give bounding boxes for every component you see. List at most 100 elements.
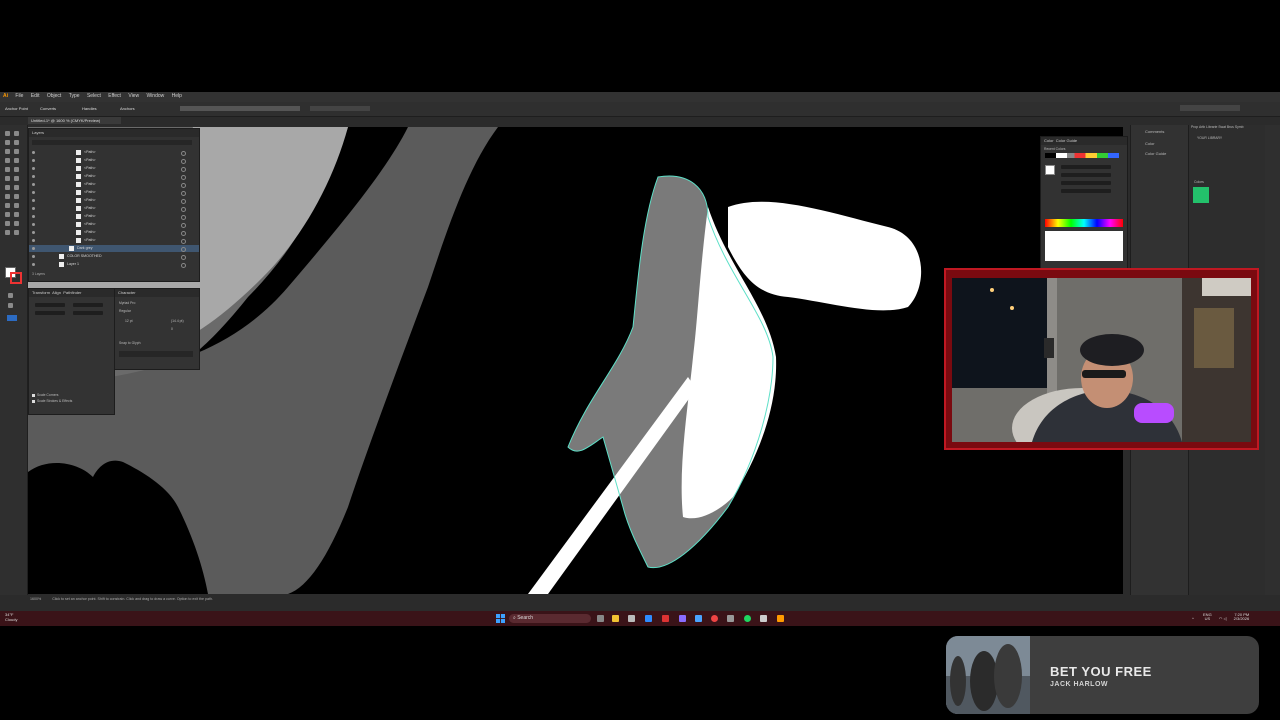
- zoom-tool-icon[interactable]: [14, 230, 19, 235]
- illustrator-icon[interactable]: [777, 615, 784, 622]
- menu-file[interactable]: File: [12, 92, 26, 100]
- menu-window[interactable]: Window: [143, 92, 167, 100]
- menu-help[interactable]: Help: [169, 92, 185, 100]
- layer-row[interactable]: <Path>: [29, 205, 199, 212]
- hand-tool-icon[interactable]: [5, 230, 10, 235]
- tab-swatches[interactable]: Swat: [1218, 125, 1226, 129]
- eye-icon[interactable]: [32, 247, 35, 250]
- brush-tool-icon[interactable]: [14, 158, 19, 163]
- black-slider[interactable]: [1061, 189, 1111, 193]
- tab-symbols[interactable]: Symb: [1235, 125, 1244, 129]
- fill-color-icon[interactable]: [1045, 165, 1055, 175]
- eye-icon[interactable]: [32, 207, 35, 210]
- font-family-select[interactable]: Myriad Pro: [119, 301, 135, 305]
- scale-strokes-checkbox[interactable]: [32, 400, 35, 403]
- tray-chevron-icon[interactable]: ^: [1192, 616, 1194, 621]
- layer-row[interactable]: <Path>: [29, 181, 199, 188]
- windows-start-icon[interactable]: [496, 614, 505, 623]
- tab-brushes[interactable]: Brus: [1227, 125, 1234, 129]
- cyan-slider[interactable]: [1061, 165, 1111, 169]
- color-tab[interactable]: Color: [1145, 141, 1155, 146]
- position-fields[interactable]: [310, 106, 370, 111]
- layer-row[interactable]: <Path>: [29, 197, 199, 204]
- system-tray[interactable]: ^ ENG US ◠ ◁ 7:20 PM 2/3/2026: [1192, 613, 1250, 622]
- app-logo-icon[interactable]: Ai: [0, 92, 11, 100]
- eyedropper-tool-icon[interactable]: [5, 203, 10, 208]
- line-tool-icon[interactable]: [14, 149, 19, 154]
- eraser-tool-icon[interactable]: [14, 167, 19, 172]
- symbol-tool-icon[interactable]: [5, 212, 10, 217]
- layers-search-input[interactable]: [32, 140, 192, 145]
- wifi-icon[interactable]: ◠: [1219, 616, 1223, 621]
- eye-icon[interactable]: [32, 151, 35, 154]
- pencil-tool-icon[interactable]: [5, 167, 10, 172]
- app-icon-purple[interactable]: [679, 615, 686, 622]
- app-icon-blue[interactable]: [695, 615, 702, 622]
- app-icon-red[interactable]: [662, 615, 669, 622]
- document-tab[interactable]: Untitled-1* @ 1600 % (CMYK/Preview): [28, 117, 121, 124]
- layer-row-selected[interactable]: Dark grey: [29, 245, 199, 252]
- library-color-swatch[interactable]: [1193, 187, 1209, 203]
- tab-pathfinder[interactable]: Pathfinder: [63, 290, 81, 295]
- color-spectrum[interactable]: [1045, 219, 1123, 227]
- slice-tool-icon[interactable]: [14, 221, 19, 226]
- tab-transform[interactable]: Transform: [32, 290, 50, 295]
- app-icon[interactable]: [628, 615, 635, 622]
- rectangle-tool-icon[interactable]: [5, 158, 10, 163]
- layer-row[interactable]: <Path>: [29, 221, 199, 228]
- layer-row[interactable]: <Path>: [29, 165, 199, 172]
- layer-row[interactable]: Layer 1: [29, 261, 199, 268]
- layer-row[interactable]: COLOR SMOOTHED: [29, 253, 199, 260]
- direct-selection-tool-icon[interactable]: [14, 131, 19, 136]
- layer-row[interactable]: <Path>: [29, 229, 199, 236]
- taskbar-search[interactable]: ⌕ Search: [509, 614, 591, 623]
- font-size-field[interactable]: 12 pt: [125, 319, 133, 323]
- settings-icon[interactable]: [727, 615, 734, 622]
- layer-row[interactable]: <Path>: [29, 149, 199, 156]
- eye-icon[interactable]: [32, 239, 35, 242]
- artboard-tool-icon[interactable]: [5, 221, 10, 226]
- menu-type[interactable]: Type: [66, 92, 83, 100]
- status-zoom[interactable]: 1600%: [30, 597, 41, 601]
- app-icon-light[interactable]: [760, 615, 767, 622]
- eye-icon[interactable]: [32, 255, 35, 258]
- clock[interactable]: 7:20 PM 2/3/2026: [1234, 613, 1250, 621]
- language-indicator[interactable]: ENG US: [1203, 613, 1212, 621]
- tab-align[interactable]: Align: [52, 290, 61, 295]
- menu-view[interactable]: View: [125, 92, 142, 100]
- tab-character[interactable]: Character: [115, 289, 199, 297]
- eye-icon[interactable]: [32, 223, 35, 226]
- align-buttons[interactable]: [180, 106, 300, 111]
- file-explorer-icon[interactable]: [612, 615, 619, 622]
- selection-tool-icon[interactable]: [5, 131, 10, 136]
- layer-row[interactable]: <Path>: [29, 237, 199, 244]
- eye-icon[interactable]: [32, 199, 35, 202]
- layer-row[interactable]: <Path>: [29, 173, 199, 180]
- drawing-mode-icon[interactable]: [8, 293, 13, 298]
- eye-icon[interactable]: [32, 167, 35, 170]
- tab-artboards[interactable]: Artb: [1199, 125, 1205, 129]
- eye-icon[interactable]: [32, 231, 35, 234]
- tab-color[interactable]: Color: [1044, 138, 1054, 143]
- tab-properties[interactable]: Prop: [1191, 125, 1198, 129]
- menu-select[interactable]: Select: [84, 92, 104, 100]
- recent-swatches[interactable]: [1045, 153, 1119, 158]
- width-field[interactable]: [73, 303, 103, 307]
- window-controls[interactable]: [1180, 105, 1240, 111]
- leading-field[interactable]: (14.4 pt): [171, 319, 184, 323]
- stroke-swatch[interactable]: [10, 272, 22, 284]
- screen-mode-icon[interactable]: [8, 303, 13, 308]
- volume-icon[interactable]: ◁: [1223, 616, 1226, 621]
- eye-icon[interactable]: [32, 175, 35, 178]
- task-view-icon[interactable]: [597, 615, 604, 622]
- edit-toolbar-icon[interactable]: [7, 315, 17, 321]
- tracking-field[interactable]: 0: [171, 327, 173, 331]
- tab-color-guide[interactable]: Color Guide: [1056, 138, 1077, 143]
- scale-tool-icon[interactable]: [14, 176, 19, 181]
- curvature-tool-icon[interactable]: [14, 140, 19, 145]
- height-field[interactable]: [73, 311, 103, 315]
- font-style-select[interactable]: Regular: [119, 309, 131, 313]
- eye-icon[interactable]: [32, 263, 35, 266]
- layer-row[interactable]: <Path>: [29, 157, 199, 164]
- eye-icon[interactable]: [32, 159, 35, 162]
